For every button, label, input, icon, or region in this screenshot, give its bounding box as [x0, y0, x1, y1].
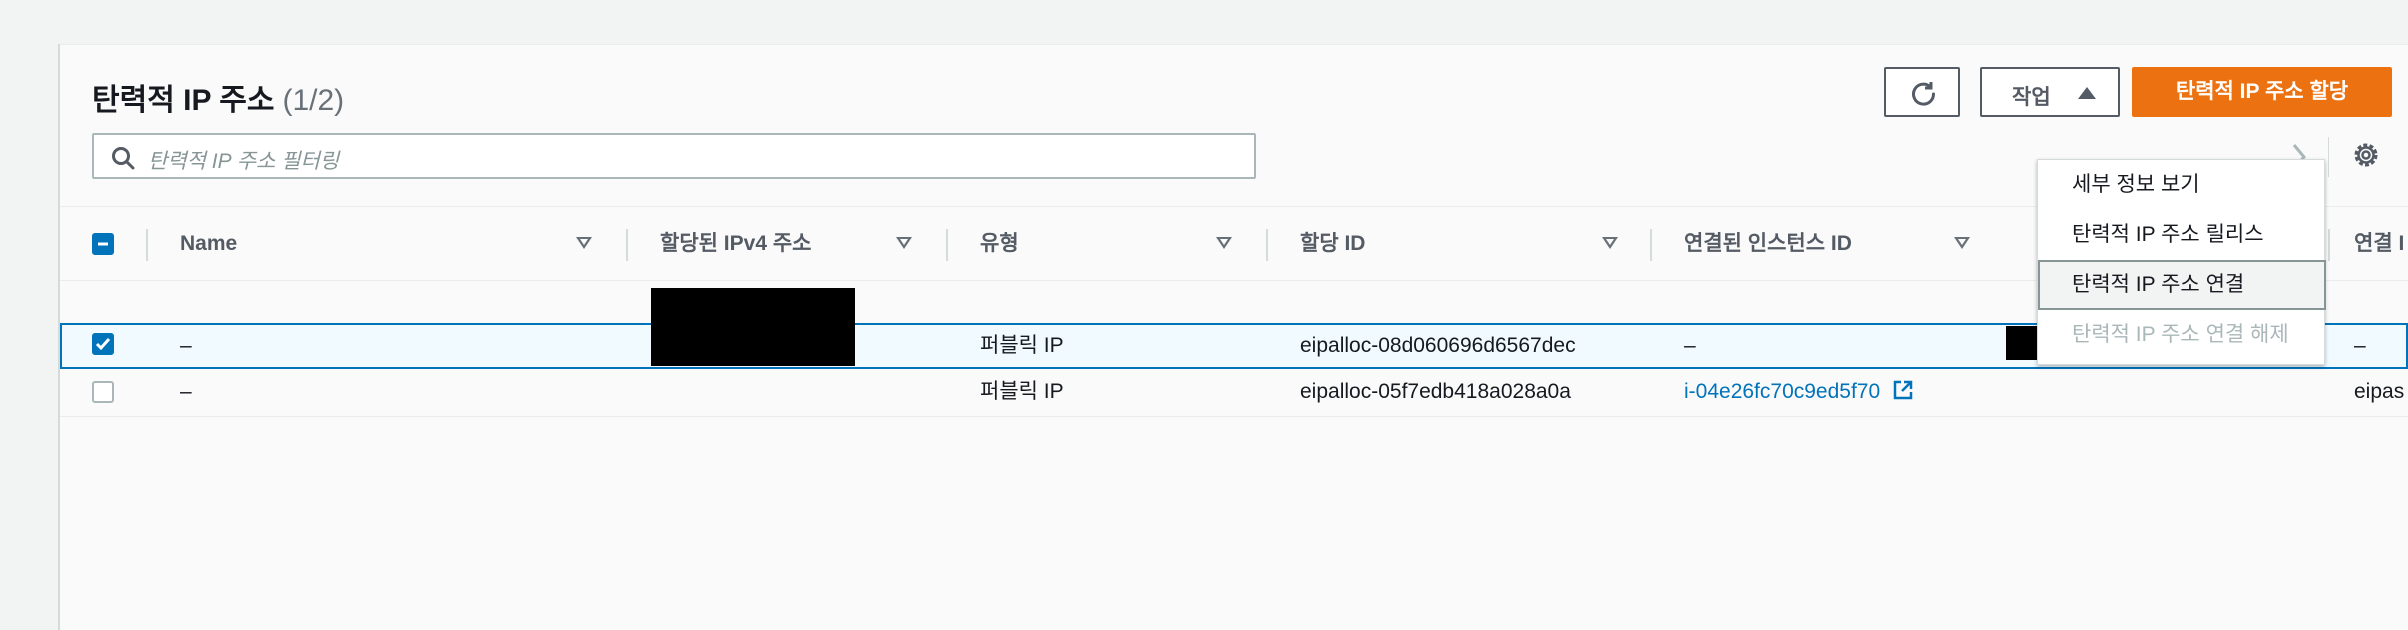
- cell-instance-id-link[interactable]: i-04e26fc70c9ed5f70: [1684, 371, 1914, 413]
- minus-icon: [98, 242, 108, 246]
- search-icon: [112, 147, 135, 170]
- cell-name: –: [180, 334, 192, 357]
- cell-association-id: –: [2354, 334, 2366, 357]
- column-header-type[interactable]: 유형: [980, 207, 1019, 281]
- filter-placeholder: 탄력적 IP 주소 필터링: [148, 150, 340, 173]
- column-header-name[interactable]: Name: [180, 207, 237, 281]
- elastic-ip-panel: 탄력적 IP 주소 (1/2) 탄력적 IP 주소 필터링 작업 탄력적 IP 주…: [60, 44, 2408, 630]
- menu-item-associate[interactable]: 탄력적 IP 주소 연결: [2038, 260, 2326, 310]
- gear-icon[interactable]: [2350, 139, 2382, 171]
- row-checkbox[interactable]: [92, 333, 114, 355]
- column-separator: [1266, 229, 1268, 261]
- instance-id-link[interactable]: i-04e26fc70c9ed5f70: [1684, 380, 1880, 403]
- actions-dropdown-menu: 세부 정보 보기 탄력적 IP 주소 릴리스 탄력적 IP 주소 연결 탄력적 …: [2037, 159, 2326, 365]
- redacted-ipv4: [651, 288, 855, 366]
- actions-button[interactable]: 작업: [1980, 67, 2120, 117]
- actions-label: 작업: [2012, 86, 2051, 109]
- select-all-checkbox[interactable]: [92, 233, 114, 255]
- cell-type: 퍼블릭 IP: [980, 334, 1064, 357]
- column-separator: [626, 229, 628, 261]
- row-checkbox[interactable]: [92, 381, 114, 403]
- column-separator: [1650, 229, 1652, 261]
- selection-count: (1/2): [282, 84, 345, 117]
- column-separator: [2328, 229, 2330, 261]
- column-header-ipv4[interactable]: 할당된 IPv4 주소: [660, 207, 811, 281]
- cell-allocation-id: eipalloc-05f7edb418a028a0a: [1300, 380, 1571, 403]
- column-header-instance-id[interactable]: 연결된 인스턴스 ID: [1684, 207, 1852, 281]
- page-title: 탄력적 IP 주소 (1/2): [92, 75, 344, 119]
- filter-input[interactable]: 탄력적 IP 주소 필터링: [92, 133, 1256, 179]
- refresh-button[interactable]: [1884, 67, 1960, 117]
- check-icon: [95, 338, 111, 351]
- menu-item-release[interactable]: 탄력적 IP 주소 릴리스: [2038, 210, 2326, 260]
- table-row[interactable]: – 퍼블릭 IP eipalloc-05f7edb418a028a0a i-04…: [60, 371, 2408, 417]
- cell-type: 퍼블릭 IP: [980, 380, 1064, 403]
- cell-instance-id: –: [1684, 334, 1696, 357]
- column-separator: [146, 229, 148, 261]
- column-header-allocation-id[interactable]: 할당 ID: [1300, 207, 1365, 281]
- page-title-text: 탄력적 IP 주소: [92, 84, 275, 117]
- column-header-association-id[interactable]: 연결 I: [2354, 207, 2404, 281]
- column-separator: [946, 229, 948, 261]
- sort-icon[interactable]: [896, 237, 912, 249]
- sort-icon[interactable]: [1602, 237, 1618, 249]
- menu-item-disassociate: 탄력적 IP 주소 연결 해제: [2072, 323, 2289, 346]
- caret-up-icon: [2078, 87, 2096, 99]
- allocate-elastic-ip-button[interactable]: 탄력적 IP 주소 할당: [2132, 67, 2392, 117]
- cell-name: –: [180, 380, 192, 403]
- refresh-icon: [1912, 82, 1936, 106]
- toolbar-divider: [2328, 137, 2329, 177]
- sort-icon[interactable]: [576, 237, 592, 249]
- top-strip: [0, 0, 2408, 44]
- cell-allocation-id: eipalloc-08d060696d6567dec: [1300, 334, 1576, 357]
- cell-association-id: eipas: [2354, 380, 2405, 403]
- sort-icon[interactable]: [1216, 237, 1232, 249]
- external-link-icon[interactable]: [1892, 379, 1914, 401]
- sort-icon[interactable]: [1954, 237, 1970, 249]
- menu-item-view-details[interactable]: 세부 정보 보기: [2038, 160, 2326, 210]
